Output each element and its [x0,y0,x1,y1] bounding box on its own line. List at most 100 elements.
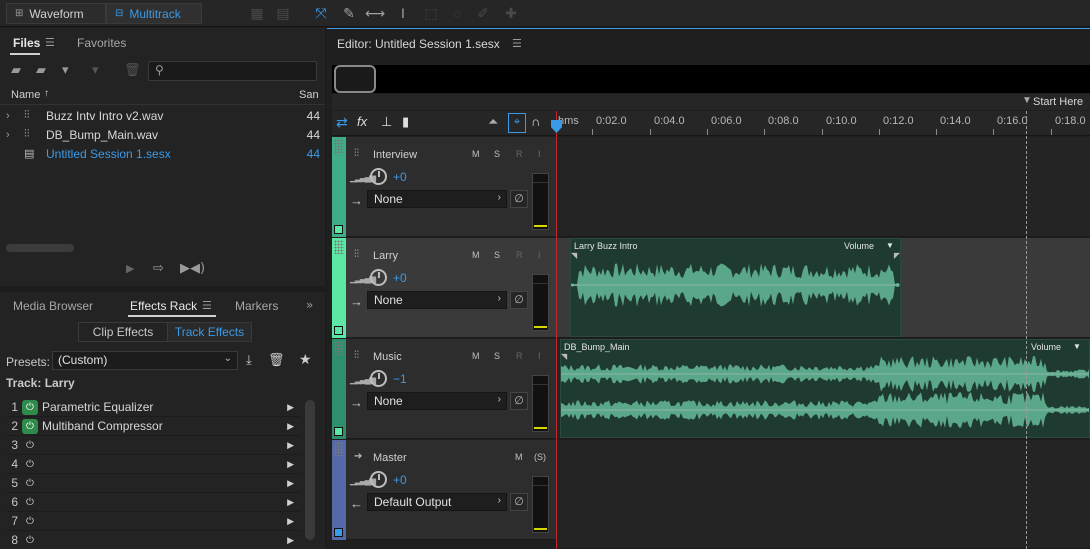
mute-button[interactable]: M [515,452,523,462]
panel-menu-icon[interactable]: ☰ [45,36,55,49]
solo-button[interactable]: (S) [534,452,546,462]
effect-expand-arrow-icon[interactable]: ▶ [287,478,300,489]
track-select-box[interactable] [334,326,343,335]
lasso-tool-icon[interactable]: ◌ [446,3,468,23]
sample-rate-column-header[interactable]: San [299,89,319,101]
effect-expand-arrow-icon[interactable]: ▶ [287,440,300,451]
time-ruler[interactable]: hms 0:02.0 0:04.0 0:06.0 0:08.0 0:10.0 0:12.0 0… [556,111,1090,136]
eq-icon[interactable]: ▮ [402,114,409,130]
clip-volume-label[interactable]: Volume [1031,342,1061,352]
track-header-interview[interactable]: ⫶⫶ Interview M S R I ▁▂▃▄▅ +0 → None › ∅ [332,137,556,237]
effect-expand-arrow-icon[interactable]: ▶ [287,402,300,413]
effect-expand-arrow-icon[interactable]: ▶ [287,497,300,508]
track-name[interactable]: Music [373,351,402,363]
volume-knob[interactable] [370,370,387,387]
power-icon[interactable]: ⏻ [22,399,38,415]
tab-media-browser[interactable]: Media Browser [13,299,93,313]
power-icon[interactable]: ⏻ [22,533,38,548]
effect-expand-arrow-icon[interactable]: ▶ [287,459,300,470]
drag-grip-icon[interactable] [334,442,344,456]
spectral-frequency-icon[interactable]: ▦ [246,3,268,23]
mute-button[interactable]: M [472,250,480,260]
track-name[interactable]: Larry [373,250,398,262]
volume-value[interactable]: +0 [393,170,407,184]
clip-effects-button[interactable]: Clip Effects [78,322,168,342]
effects-scrollbar[interactable] [305,400,315,540]
effect-slot[interactable]: 3 ⏻ ▶ [6,436,300,455]
track-header-master[interactable]: ➔ Master M (S) ▁▂▃▄▅ +0 ← Default Output › ∅ [332,440,556,540]
play-icon[interactable]: ▶ [126,262,134,275]
move-tool-icon[interactable]: ⤧ [310,3,332,23]
expand-chevron-icon[interactable]: › [6,110,24,122]
track-effects-button[interactable]: Track Effects [167,322,252,342]
file-row[interactable]: › ⫶⫶ DB_Bump_Main.wav 44 [6,125,320,144]
power-icon[interactable]: ⏻ [22,418,38,434]
power-icon[interactable]: ⏻ [22,457,38,472]
clip-volume-label[interactable]: Volume [844,241,874,251]
track-color-strip[interactable] [332,238,346,338]
effect-expand-arrow-icon[interactable]: ▶ [287,421,300,432]
tab-favorites[interactable]: Favorites [77,36,126,50]
brush-tool-icon[interactable]: ✐ [472,3,494,23]
track-color-strip[interactable] [332,137,346,237]
import-file-icon[interactable]: ▰ [36,63,46,78]
headphones-icon[interactable]: ∩ [531,114,540,129]
marquee-tool-icon[interactable]: ⬚ [420,3,442,23]
monitor-input-button[interactable]: I [538,351,541,361]
tab-effects-rack[interactable]: Effects Rack [130,299,197,313]
razor-tool-icon[interactable]: ✎ [338,3,360,23]
mute-button[interactable]: M [472,351,480,361]
spectral-pitch-icon[interactable]: ▤ [272,3,294,23]
effect-slot[interactable]: 7 ⏻ ▶ [6,512,300,531]
effect-slot[interactable]: 1 ⏻ Parametric Equalizer ▶ [6,398,300,417]
effect-slot[interactable]: 8 ⏻ ▶ [6,531,300,549]
phase-invert-button[interactable]: ∅ [510,392,528,410]
phase-invert-button[interactable]: ∅ [510,190,528,208]
track-lane-interview[interactable] [556,137,1090,237]
zoom-navigator-handle[interactable] [334,65,376,93]
drag-grip-icon[interactable] [334,240,344,254]
volume-value[interactable]: −1 [393,372,407,386]
multitrack-mode-button[interactable]: ⊟ Multitrack [106,3,202,24]
panel-menu-icon[interactable]: ☰ [202,299,212,312]
open-file-icon[interactable]: ▰ [11,63,21,78]
slip-tool-icon[interactable]: ⟷ [364,3,386,23]
routing-dropdown[interactable]: None › [367,392,507,410]
waveform-mode-button[interactable]: ⊞ Waveform [6,3,106,24]
loop-icon[interactable]: ⇨ [153,261,164,276]
routing-dropdown[interactable]: None › [367,291,507,309]
phase-invert-button[interactable]: ∅ [510,291,528,309]
effect-expand-arrow-icon[interactable]: ▶ [287,535,300,546]
power-icon[interactable]: ⏻ [22,438,38,453]
solo-button[interactable]: S [494,351,500,361]
track-name[interactable]: Master [373,452,407,464]
start-here-marker[interactable]: Start Here [1033,96,1083,108]
volume-knob[interactable] [370,269,387,286]
track-select-box[interactable] [334,528,343,537]
spot-healing-tool-icon[interactable]: ✚ [500,3,522,23]
new-file-icon[interactable]: ▾ [62,63,69,78]
drag-grip-icon[interactable] [334,139,344,153]
volume-knob[interactable] [370,168,387,185]
more-panels-icon[interactable]: » [306,298,313,312]
effect-expand-arrow-icon[interactable]: ▶ [287,516,300,527]
clip-larry-buzz-intro[interactable]: Larry Buzz Intro Volume ▼ ◥ ◤ [570,238,901,337]
autoplay-icon[interactable]: ▶◀) [180,261,205,276]
solo-button[interactable]: S [494,250,500,260]
inputs-outputs-icon[interactable]: ⇄ [336,114,348,131]
track-lane-master[interactable] [556,440,1090,549]
time-selection-tool-icon[interactable]: I [392,3,414,23]
volume-knob[interactable] [370,471,387,488]
effects-icon[interactable]: fx [357,114,367,129]
track-header-larry[interactable]: ⫶⫶ Larry M S R I ▁▂▃▄▅ +0 → None › ∅ [332,238,556,338]
drag-grip-icon[interactable] [334,341,344,355]
effect-slot[interactable]: 2 ⏻ Multiband Compressor ▶ [6,417,300,436]
power-icon[interactable]: ⏻ [22,514,38,529]
record-arm-button[interactable]: R [516,250,523,260]
panel-menu-icon[interactable]: ☰ [512,37,522,50]
tab-markers[interactable]: Markers [235,299,278,313]
save-preset-icon[interactable]: ⤓ [246,353,252,368]
effect-slot[interactable]: 6 ⏻ ▶ [6,493,300,512]
tab-files[interactable]: Files [13,36,40,50]
monitor-input-button[interactable]: I [538,250,541,260]
